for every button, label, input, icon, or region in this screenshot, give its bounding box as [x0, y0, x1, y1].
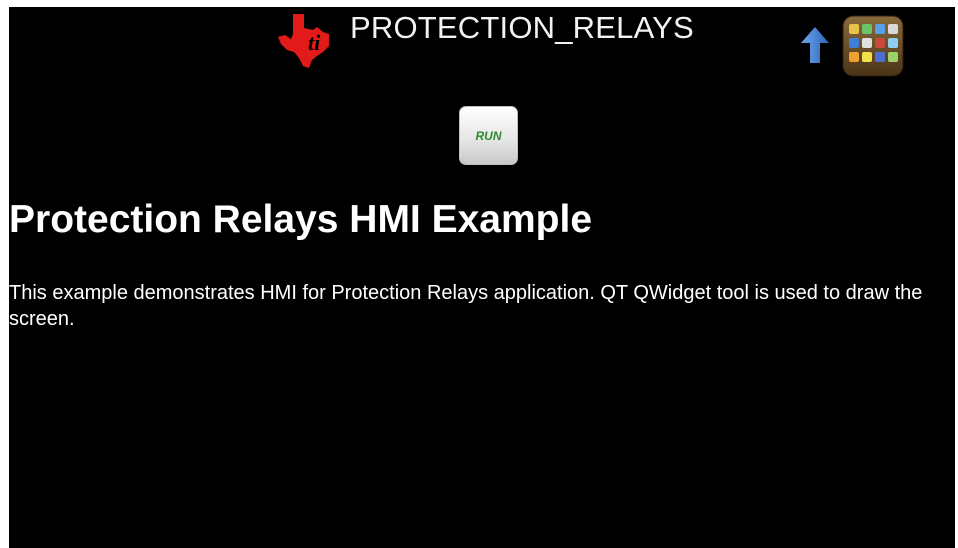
- page-heading: Protection Relays HMI Example: [9, 198, 593, 241]
- hmi-screen: ti PROTECTION_RELAYS RUN Protection Rela…: [9, 7, 955, 548]
- svg-text:ti: ti: [308, 30, 321, 55]
- run-button-label: RUN: [475, 128, 502, 143]
- app-title: PROTECTION_RELAYS: [350, 10, 694, 45]
- app-grid-icon[interactable]: [842, 15, 904, 77]
- run-button[interactable]: RUN: [459, 106, 518, 165]
- up-arrow-icon[interactable]: [799, 25, 831, 67]
- ti-texas-logo-icon: ti: [278, 14, 329, 68]
- page-description: This example demonstrates HMI for Protec…: [9, 282, 923, 330]
